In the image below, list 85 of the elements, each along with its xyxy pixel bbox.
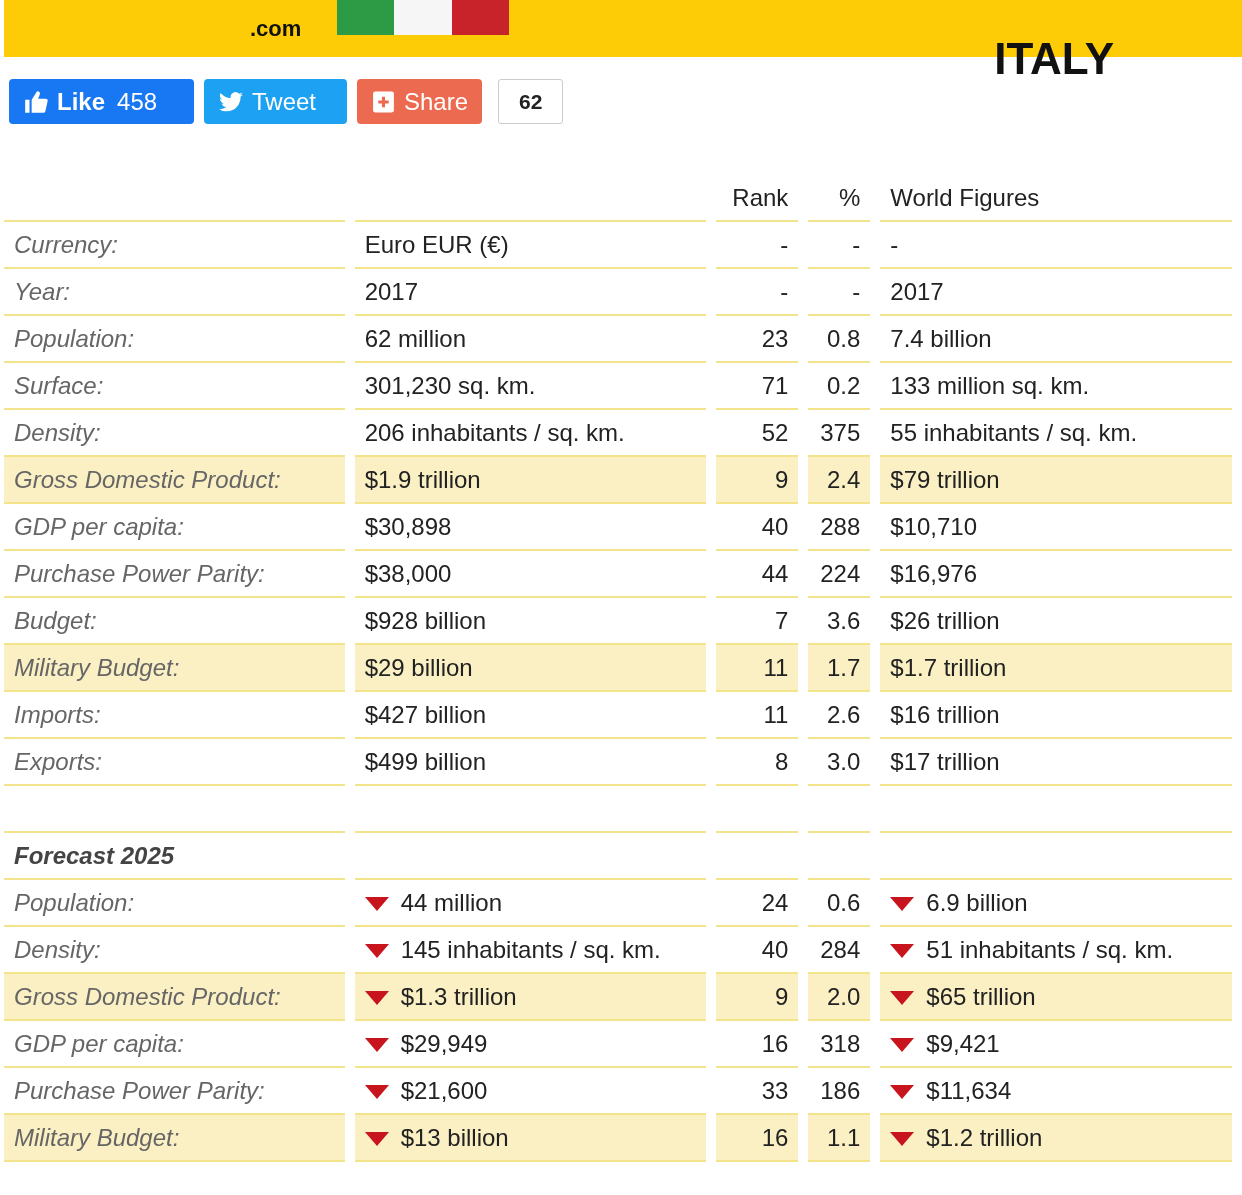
table-cell: 62 million — [354, 316, 707, 363]
table-cell: 1.1 — [808, 1115, 871, 1162]
row-label: GDP per capita: — [4, 1021, 345, 1068]
table-cell: $16,976 — [880, 551, 1232, 598]
cell-value: 6.9 billion — [926, 888, 1028, 916]
table-cell: $17 trillion — [880, 739, 1232, 786]
table-cell: 71 — [716, 363, 799, 410]
row-label: Gross Domestic Product: — [4, 974, 345, 1021]
share-button[interactable]: Share — [357, 79, 482, 124]
table-cell: 11 — [716, 692, 799, 739]
table-cell: 0.2 — [808, 363, 871, 410]
table-cell: 0.8 — [808, 316, 871, 363]
table-cell: 301,230 sq. km. — [354, 363, 707, 410]
cell-value: $65 trillion — [926, 982, 1036, 1010]
table-cell: $79 trillion — [880, 457, 1232, 504]
table-cell: $1.7 trillion — [880, 645, 1232, 692]
table-cell: 224 — [808, 551, 871, 598]
table-cell: 8 — [716, 739, 799, 786]
cell-value: $1.2 trillion — [926, 1123, 1043, 1151]
share-count: 62 — [498, 79, 564, 124]
table-cell: 16 — [716, 1115, 799, 1162]
row-label: Imports: — [4, 692, 345, 739]
table-cell: 133 million sq. km. — [880, 363, 1232, 410]
row-label: Year: — [4, 269, 345, 316]
table-cell: 2017 — [354, 269, 707, 316]
table-cell: 2.6 — [808, 692, 871, 739]
row-label: Purchase Power Parity: — [4, 551, 345, 598]
like-button[interactable]: Like 458 — [9, 79, 194, 124]
cell-value: $13 billion — [400, 1123, 509, 1151]
cell-value: $1.3 trillion — [400, 982, 517, 1010]
table-cell: $1.9 trillion — [354, 457, 707, 504]
table-cell: 23 — [716, 316, 799, 363]
column-header: World Figures — [880, 175, 1232, 222]
table-cell: - — [808, 269, 871, 316]
table-cell: 16 — [716, 1021, 799, 1068]
table-cell: 9 — [716, 457, 799, 504]
table-cell: 11 — [716, 645, 799, 692]
table-cell: $29 billion — [354, 645, 707, 692]
site-domain: .com — [250, 16, 302, 42]
row-label: Exports: — [4, 739, 345, 786]
section-title: Forecast 2025 — [4, 833, 345, 880]
table-cell: 1.7 — [808, 645, 871, 692]
table-cell: 288 — [808, 504, 871, 551]
table-cell: $30,898 — [354, 504, 707, 551]
table-cell: $38,000 — [354, 551, 707, 598]
table-cell: 0.6 — [808, 880, 871, 927]
table-cell: 2.0 — [808, 974, 871, 1021]
row-label: Military Budget: — [4, 645, 345, 692]
table-cell: - — [808, 222, 871, 269]
row-label: Population: — [4, 316, 345, 363]
tweet-button[interactable]: Tweet — [204, 79, 347, 124]
cell-value: $29,949 — [400, 1029, 488, 1057]
table-cell: $10,710 — [880, 504, 1232, 551]
table-cell: 44 — [716, 551, 799, 598]
italy-flag-icon — [337, 0, 509, 35]
table-cell: 2.4 — [808, 457, 871, 504]
row-label: Currency: — [4, 222, 345, 269]
table-cell: $427 billion — [354, 692, 707, 739]
table-cell: - — [716, 222, 799, 269]
table-cell: 7.4 billion — [880, 316, 1232, 363]
table-cell: - — [716, 269, 799, 316]
cell-value: $11,634 — [926, 1076, 1012, 1104]
row-label: Gross Domestic Product: — [4, 457, 345, 504]
table-cell: $499 billion — [354, 739, 707, 786]
column-header: Rank — [716, 175, 799, 222]
table-cell: - — [880, 222, 1232, 269]
row-label: GDP per capita: — [4, 504, 345, 551]
column-header: % — [808, 175, 871, 222]
row-label: Population: — [4, 880, 345, 927]
table-cell: 318 — [808, 1021, 871, 1068]
table-cell: Euro EUR (€) — [354, 222, 707, 269]
table-cell: 40 — [716, 504, 799, 551]
row-label: Military Budget: — [4, 1115, 345, 1162]
cell-value: 145 inhabitants / sq. km. — [400, 935, 661, 963]
thumbs-up-icon — [23, 88, 49, 115]
table-cell: 2017 — [880, 269, 1232, 316]
table-cell: 24 — [716, 880, 799, 927]
row-label: Surface: — [4, 363, 345, 410]
table-cell: 9 — [716, 974, 799, 1021]
cell-value: 44 million — [400, 888, 502, 916]
cell-value: 51 inhabitants / sq. km. — [926, 935, 1174, 963]
table-cell: 3.0 — [808, 739, 871, 786]
table-cell: $16 trillion — [880, 692, 1232, 739]
cell-value: $9,421 — [926, 1029, 1000, 1057]
cell-value: $21,600 — [400, 1076, 488, 1104]
